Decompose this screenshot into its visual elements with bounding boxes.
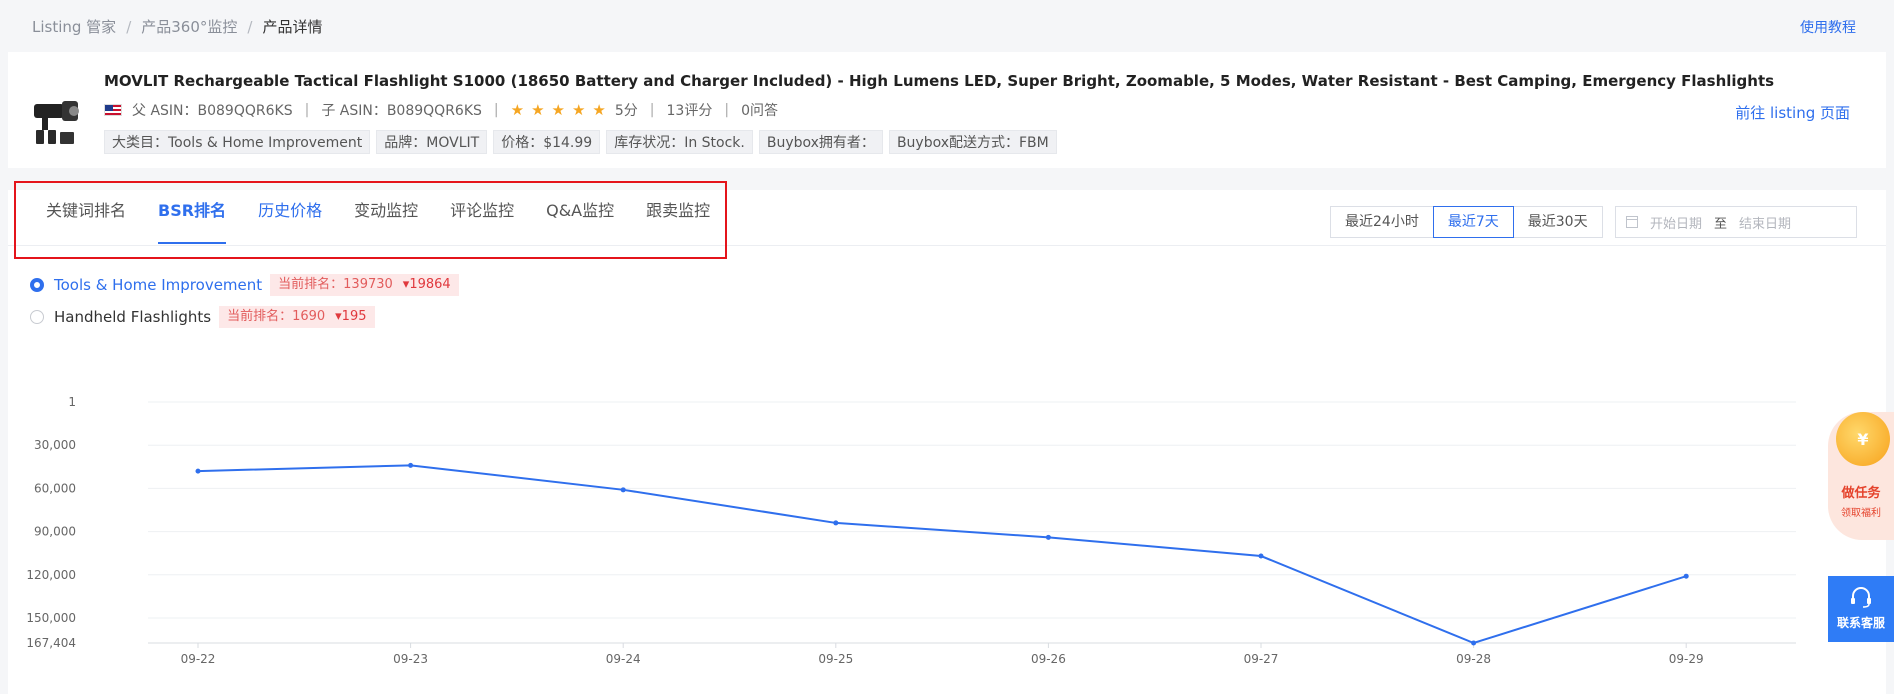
data-point bbox=[1471, 640, 1477, 646]
y-tick-label: 30,000 bbox=[34, 438, 76, 452]
series-line bbox=[197, 464, 1687, 645]
y-tick-label: 60,000 bbox=[34, 481, 76, 495]
y-tick-label: 1 bbox=[68, 395, 76, 409]
x-tick-label: 09-26 bbox=[1031, 652, 1066, 666]
x-tick-label: 09-25 bbox=[818, 652, 853, 666]
y-tick-label: 120,000 bbox=[26, 568, 76, 582]
contact-service-label: 联系客服 bbox=[1836, 616, 1885, 630]
contact-service-button[interactable]: 联系客服 bbox=[1828, 576, 1894, 642]
data-point bbox=[620, 487, 626, 493]
task-subtitle: 领取福利 bbox=[1841, 508, 1881, 519]
y-tick-label: 90,000 bbox=[34, 525, 76, 539]
data-point bbox=[1045, 534, 1051, 540]
x-tick-label: 09-23 bbox=[393, 652, 428, 666]
data-point bbox=[195, 468, 201, 474]
task-widget[interactable]: ¥ 做任务 领取福利 bbox=[1828, 412, 1894, 540]
x-tick-label: 09-27 bbox=[1244, 652, 1279, 666]
coin-icon: ¥ bbox=[1836, 412, 1890, 466]
y-tick-label: 150,000 bbox=[26, 611, 76, 625]
task-title: 做任务 bbox=[1841, 486, 1881, 501]
y-tick-label: 167,404 bbox=[26, 636, 76, 650]
x-tick-label: 09-24 bbox=[606, 652, 641, 666]
x-tick-label: 09-28 bbox=[1456, 652, 1491, 666]
data-point bbox=[833, 520, 839, 526]
x-tick-label: 09-29 bbox=[1669, 652, 1704, 666]
data-point bbox=[1258, 553, 1264, 559]
data-point bbox=[1683, 573, 1689, 579]
x-tick-label: 09-22 bbox=[181, 652, 216, 666]
data-point bbox=[408, 462, 414, 468]
range-7d-button[interactable]: 最近7天 bbox=[1432, 206, 1514, 238]
headset-icon bbox=[1851, 587, 1871, 608]
bsr-line-chart: 1 30,000 60,000 90,000 120,000 150,000 167,404… bbox=[26, 395, 1796, 666]
